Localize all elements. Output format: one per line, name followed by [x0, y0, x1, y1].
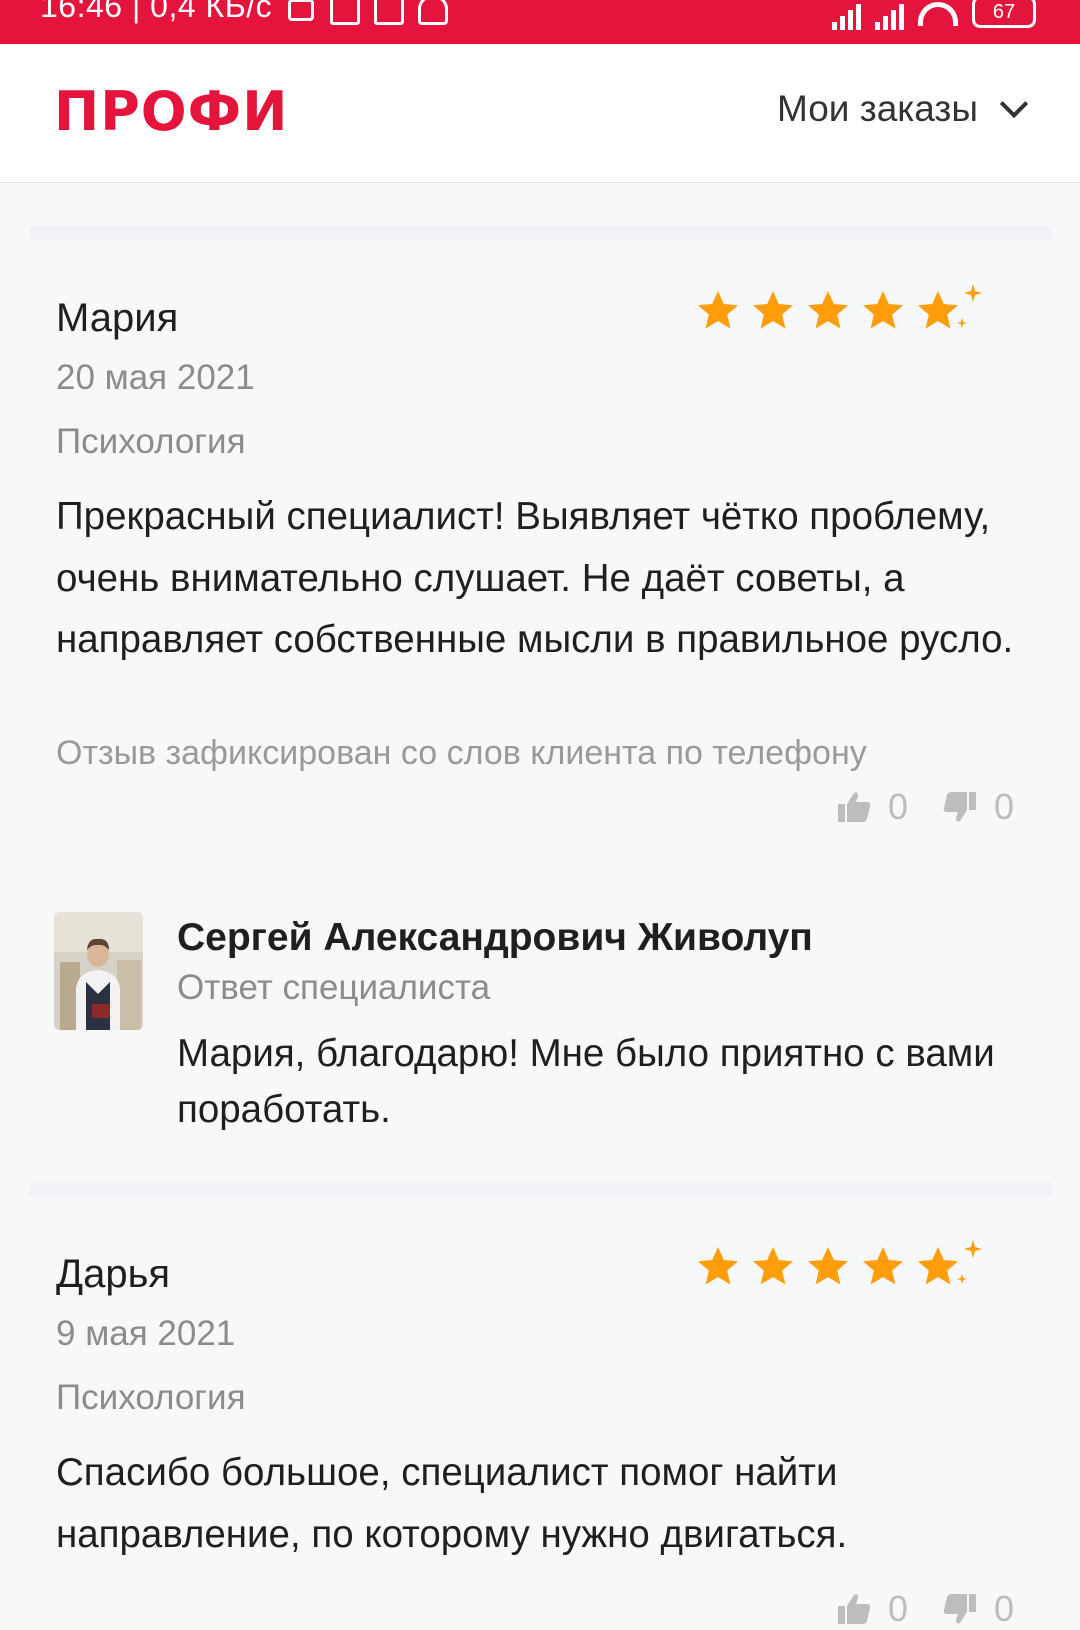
star-icon: [753, 291, 793, 329]
status-bar-left: 16:46 | 0,4 КБ/с: [40, 0, 449, 25]
star-icon: [753, 1247, 793, 1285]
section-divider: [30, 1183, 1052, 1197]
avatar: [54, 912, 143, 1030]
star-icon: [698, 1247, 738, 1285]
section-divider: [30, 226, 1052, 240]
like-count: 0: [887, 786, 908, 827]
specialist-name: Сергей Александрович Живолуп: [177, 916, 813, 959]
review-category: Психология: [56, 1378, 246, 1417]
review-category: Психология: [56, 422, 246, 461]
reply-text: Мария, благодарю! Мне было приятно с вам…: [177, 1032, 995, 1131]
thumbs-up-icon: [837, 1594, 871, 1624]
notification-icon: [374, 0, 405, 25]
review-text: Прекрасный специалист! Выявляет чётко пр…: [56, 495, 1014, 661]
reviewer-name: Мария: [56, 296, 179, 340]
notification-muted-icon: [286, 0, 316, 25]
reviewer-name: Дарья: [56, 1252, 171, 1296]
review-votes: 0 0: [834, 1588, 1014, 1630]
star-icon: [808, 1247, 848, 1285]
star-icon: [863, 291, 903, 329]
rating-stars: [692, 282, 1002, 342]
dislike-count: 0: [993, 786, 1014, 827]
review-text: Спасибо большое, специалист помог найти …: [56, 1451, 848, 1556]
sparkle-icon: [964, 284, 982, 302]
my-orders-menu[interactable]: Мои заказы: [776, 88, 1029, 130]
review-votes: 0 0: [834, 786, 1014, 828]
profi-logo[interactable]: ПРОФИ: [54, 80, 288, 143]
cell-signal-icon: [832, 0, 861, 30]
sparkle-icon: [964, 1240, 982, 1258]
thumbs-down-icon: [943, 792, 976, 822]
sparkle-icon: [957, 318, 967, 328]
dislike-count: 0: [993, 1588, 1014, 1629]
notification-icon: [418, 0, 449, 25]
star-icon: [918, 291, 958, 329]
notification-icon: [330, 0, 361, 25]
wifi-icon: [918, 2, 958, 26]
chevron-down-icon: [999, 89, 1029, 119]
status-bar-right: 67: [832, 0, 1036, 30]
star-icon: [918, 1247, 958, 1285]
status-bar: 16:46 | 0,4 КБ/с 67: [0, 0, 1080, 44]
dislike-button[interactable]: 0: [940, 1588, 1014, 1630]
rating-stars: [692, 1238, 1002, 1298]
review-note: Отзыв зафиксирован со слов клиента по те…: [56, 734, 867, 772]
thumbs-down-icon: [943, 1594, 976, 1624]
battery-icon: 67: [972, 0, 1036, 28]
thumbs-up-icon: [837, 792, 871, 822]
reply-label: Ответ специалиста: [177, 968, 491, 1007]
cell-signal-icon: [875, 0, 904, 30]
star-icon: [808, 291, 848, 329]
my-orders-label: Мои заказы: [776, 88, 978, 129]
star-icon: [698, 291, 738, 329]
sparkle-icon: [957, 1274, 967, 1284]
status-time-speed: 16:46 | 0,4 КБ/с: [40, 0, 273, 24]
star-icon: [863, 1247, 903, 1285]
dislike-button[interactable]: 0: [940, 786, 1014, 828]
review-date: 20 мая 2021: [56, 358, 255, 397]
like-button[interactable]: 0: [834, 1588, 908, 1630]
review-date: 9 мая 2021: [56, 1314, 236, 1353]
app-header: ПРОФИ Мои заказы: [0, 44, 1080, 183]
like-button[interactable]: 0: [834, 786, 908, 828]
like-count: 0: [887, 1588, 908, 1629]
battery-level: 67: [992, 1, 1016, 23]
